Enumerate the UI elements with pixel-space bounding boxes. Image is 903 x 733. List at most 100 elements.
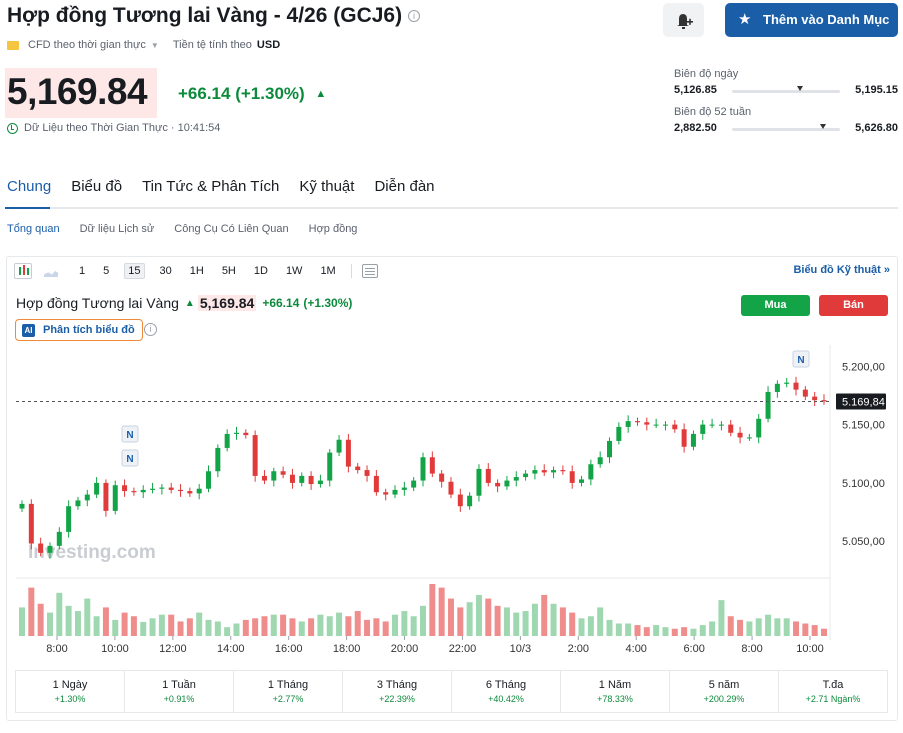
news-marker-label: N [126, 430, 133, 441]
volume-bar [56, 592, 63, 636]
volume-bar [821, 628, 827, 636]
volume-bar [625, 623, 632, 636]
volume-bar [345, 616, 352, 636]
candle-body [523, 473, 529, 478]
candle-body [94, 482, 100, 495]
volume-bar [429, 584, 436, 636]
period-3[interactable]: 3 Tháng +22.39% [343, 671, 452, 712]
candle-body [737, 432, 743, 438]
volume-bar [727, 616, 734, 636]
period-label: 1 Năm [598, 679, 632, 691]
volume-bar [308, 618, 315, 636]
candle-body [812, 396, 818, 401]
volume-bar [475, 594, 482, 636]
volume-bar [214, 621, 221, 636]
volume-bar [224, 627, 231, 636]
x-tick-label: 2:00 [568, 643, 589, 655]
candle-body [579, 479, 585, 483]
candle-body [233, 432, 239, 434]
candle-body [485, 468, 491, 483]
volume-bar [793, 621, 800, 636]
candle-body [38, 543, 44, 553]
volume-bar [205, 619, 212, 636]
volume-bar [709, 621, 716, 636]
volume-bar [392, 614, 399, 636]
x-tick-label: 14:00 [217, 643, 245, 655]
candle-body [75, 500, 81, 507]
volume-bar [140, 621, 147, 636]
x-tick-label: 12:00 [159, 643, 187, 655]
volume-bar [252, 618, 259, 636]
price-chart[interactable]: Investing.com 5.200,00 5.150,00 5.100,00 5.0… [0, 0, 903, 733]
period-value: +200.29% [703, 694, 745, 704]
x-tick-label: 10:00 [796, 643, 824, 655]
period-value: +78.33% [597, 694, 633, 704]
candle-body [168, 487, 174, 490]
candle-body [373, 475, 379, 493]
period-6[interactable]: 5 năm +200.29% [670, 671, 779, 712]
candle-body [476, 468, 482, 496]
candle-body [597, 457, 603, 465]
period-value: +2.71 Ngàn% [805, 694, 861, 704]
candle-body [625, 421, 631, 427]
candle-body [131, 491, 137, 493]
x-tick-label: 20:00 [391, 643, 419, 655]
candle-body [159, 487, 165, 489]
y-tick-label: 5.050,00 [842, 536, 885, 548]
volume-bar [270, 614, 277, 636]
volume-bar [690, 628, 697, 636]
candle-body [588, 464, 594, 480]
volume-bar [541, 594, 548, 636]
volume-bar [559, 607, 566, 636]
candle-body [420, 457, 426, 481]
x-tick-label: 18:00 [333, 643, 361, 655]
y-tick-label: 5.150,00 [842, 420, 885, 432]
period-1[interactable]: 1 Tuần +0.91% [125, 671, 234, 712]
x-tick-label: 16:00 [275, 643, 303, 655]
candle-body [112, 485, 118, 511]
candle-body [271, 471, 277, 481]
x-tick-label: 6:00 [683, 643, 704, 655]
candle-body [784, 382, 790, 384]
candle-body [252, 435, 258, 476]
candle-body [429, 457, 435, 474]
last-price-label: 5.169,84 [842, 396, 885, 408]
candle-body [383, 492, 389, 495]
candle-body [439, 473, 445, 482]
volume-bar [802, 623, 809, 636]
candle-body [411, 480, 417, 488]
volume-bar [765, 614, 772, 636]
volume-bar [130, 616, 137, 636]
volume-bar [569, 612, 576, 636]
y-tick-label: 5.100,00 [842, 478, 885, 490]
volume-bar [196, 612, 203, 636]
candle-body [718, 424, 724, 426]
period-4[interactable]: 6 Tháng +40.42% [452, 671, 561, 712]
volume-bar [447, 598, 454, 636]
candle-body [243, 432, 249, 436]
x-tick-label: 10/3 [510, 643, 531, 655]
candle-body [681, 429, 687, 447]
candle-body [150, 488, 156, 490]
period-label: 6 Tháng [485, 679, 527, 691]
volume-bar [522, 611, 529, 636]
period-2[interactable]: 1 Tháng +2.77% [234, 671, 343, 712]
news-marker-label: N [126, 454, 133, 465]
volume-bar [46, 612, 53, 636]
volume-bar [74, 611, 81, 636]
period-value: +0.91% [163, 694, 195, 704]
candle-body [746, 437, 752, 439]
volume-bar [112, 619, 119, 636]
volume-bar [242, 619, 249, 636]
volume-bar [615, 623, 622, 636]
period-5[interactable]: 1 Năm +78.33% [561, 671, 670, 712]
candle-body [336, 439, 342, 453]
volume-bar [634, 625, 641, 636]
period-0[interactable]: 1 Ngày +1.30% [16, 671, 125, 712]
news-marker-label: N [797, 355, 804, 366]
period-7[interactable]: T.đa +2.71 Ngàn% [779, 671, 887, 712]
volume-bar [643, 627, 650, 636]
period-label: 1 Tháng [267, 679, 309, 691]
candle-body [215, 447, 221, 472]
period-value: +1.30% [54, 694, 86, 704]
